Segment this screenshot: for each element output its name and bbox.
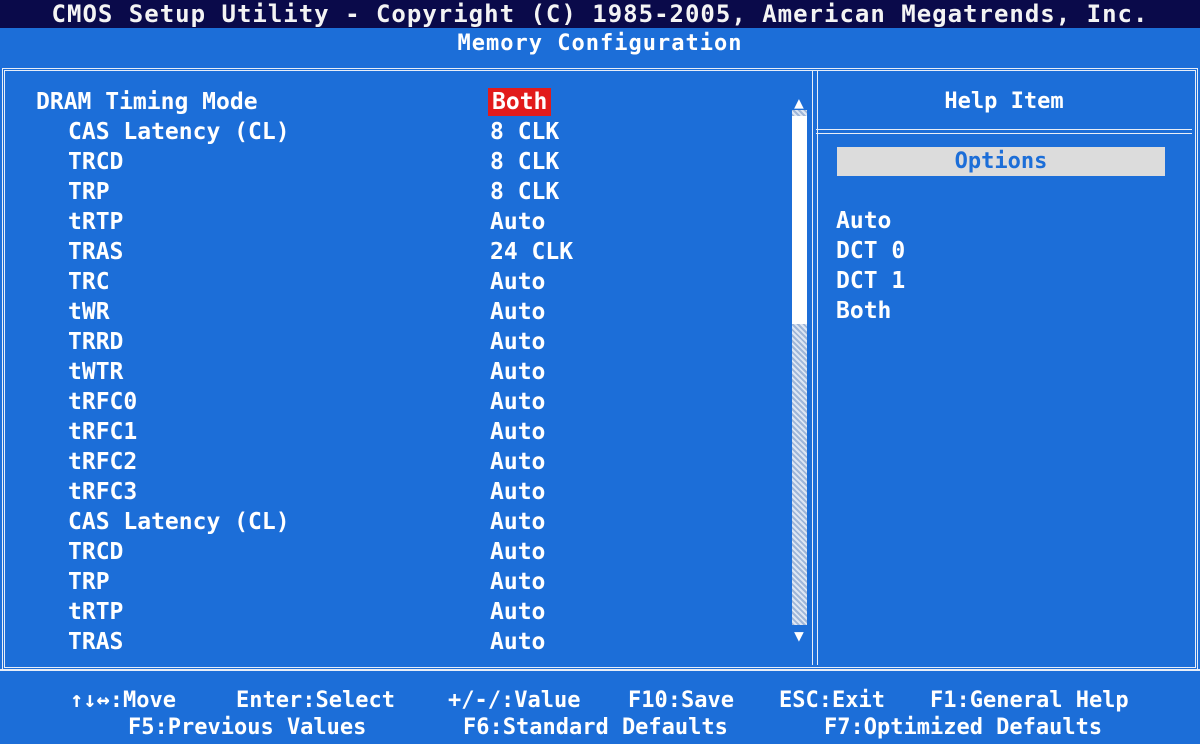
setting-label: TRAS [68, 629, 124, 655]
setting-row[interactable]: TRP Auto [0, 567, 790, 597]
setting-label: tWR [68, 299, 110, 325]
setting-row[interactable]: TRAS 24 CLK [0, 237, 790, 267]
setting-value[interactable]: Auto [490, 267, 545, 297]
setting-label: tRFC2 [68, 449, 138, 475]
hint-general-help: F1:General Help [930, 688, 1129, 713]
setting-label: tRTP [68, 209, 124, 235]
setting-value[interactable]: Auto [490, 387, 545, 417]
setting-value[interactable]: Auto [490, 297, 545, 327]
hint-save: F10:Save [628, 688, 734, 713]
setting-row[interactable]: TRCD Auto [0, 537, 790, 567]
setting-row[interactable]: TRP 8 CLK [0, 177, 790, 207]
hint-previous-values: F5:Previous Values [128, 715, 367, 740]
help-option-dct1: DCT 1 [836, 268, 906, 294]
setting-label: TRRD [68, 329, 124, 355]
setting-value[interactable]: Auto [490, 567, 545, 597]
setting-row[interactable]: TRAS Auto [0, 627, 790, 657]
setting-value[interactable]: Auto [490, 327, 545, 357]
setting-label: CAS Latency (CL) [68, 119, 290, 145]
page-title: Memory Configuration [457, 31, 743, 56]
app-title: CMOS Setup Utility - Copyright (C) 1985-… [51, 0, 1149, 28]
setting-row[interactable]: TRCD 8 CLK [0, 147, 790, 177]
setting-label: TRP [68, 569, 110, 595]
help-separator [816, 129, 1192, 134]
setting-label: tRFC1 [68, 419, 138, 445]
setting-value[interactable]: Auto [490, 507, 545, 537]
setting-row[interactable]: CAS Latency (CL) 8 CLK [0, 117, 790, 147]
setting-label: tRTP [68, 599, 124, 625]
setting-row[interactable]: tRFC1 Auto [0, 417, 790, 447]
setting-row[interactable]: tRTP Auto [0, 597, 790, 627]
setting-label: tRFC3 [68, 479, 138, 505]
setting-row[interactable]: tWTR Auto [0, 357, 790, 387]
setting-row[interactable]: tWR Auto [0, 297, 790, 327]
setting-value[interactable]: 24 CLK [490, 237, 573, 267]
setting-value[interactable]: 8 CLK [490, 117, 559, 147]
setting-label: TRCD [68, 539, 124, 565]
setting-row[interactable]: tRFC2 Auto [0, 447, 790, 477]
scroll-down-icon[interactable]: ▼ [790, 627, 808, 645]
panel-divider [812, 71, 818, 665]
setting-value[interactable]: Auto [490, 477, 545, 507]
hint-exit: ESC:Exit [779, 688, 885, 713]
setting-label: TRCD [68, 149, 124, 175]
setting-value[interactable]: 8 CLK [490, 147, 559, 177]
setting-row[interactable]: TRC Auto [0, 267, 790, 297]
options-header: Options [837, 147, 1165, 176]
setting-label: DRAM Timing Mode [36, 89, 258, 115]
setting-value[interactable]: Auto [490, 417, 545, 447]
setting-value[interactable]: Auto [490, 537, 545, 567]
setting-label: CAS Latency (CL) [68, 509, 290, 535]
help-option-auto: Auto [836, 208, 892, 234]
setting-value[interactable]: 8 CLK [490, 177, 559, 207]
setting-value[interactable]: Auto [490, 357, 545, 387]
scroll-up-icon[interactable]: ▲ [790, 94, 808, 112]
scrollbar-thumb[interactable] [792, 116, 807, 324]
setting-row[interactable]: CAS Latency (CL) Auto [0, 507, 790, 537]
hint-move: ↑↓↔:Move [70, 688, 176, 713]
setting-label: TRAS [68, 239, 124, 265]
setting-row[interactable]: tRFC3 Auto [0, 477, 790, 507]
setting-value[interactable]: Auto [490, 447, 545, 477]
setting-value[interactable]: Auto [490, 597, 545, 627]
help-panel-title: Help Item [944, 89, 1064, 114]
setting-label: TRP [68, 179, 110, 205]
hint-standard-defaults: F6:Standard Defaults [463, 715, 728, 740]
setting-row[interactable]: DRAM Timing Mode Both [0, 87, 790, 117]
setting-label: tWTR [68, 359, 124, 385]
help-option-dct0: DCT 0 [836, 238, 906, 264]
setting-value[interactable]: Auto [490, 207, 545, 237]
setting-row[interactable]: tRFC0 Auto [0, 387, 790, 417]
hint-optimized-defaults: F7:Optimized Defaults [824, 715, 1103, 740]
setting-row[interactable]: tRTP Auto [0, 207, 790, 237]
hint-select: Enter:Select [236, 688, 395, 713]
setting-row[interactable]: TRRD Auto [0, 327, 790, 357]
setting-label: tRFC0 [68, 389, 138, 415]
setting-label: TRC [68, 269, 110, 295]
help-option-both: Both [836, 298, 892, 324]
setting-value-selected[interactable]: Both [488, 88, 552, 116]
setting-value[interactable]: Auto [490, 627, 545, 657]
hint-value: +/-/:Value [448, 688, 581, 713]
